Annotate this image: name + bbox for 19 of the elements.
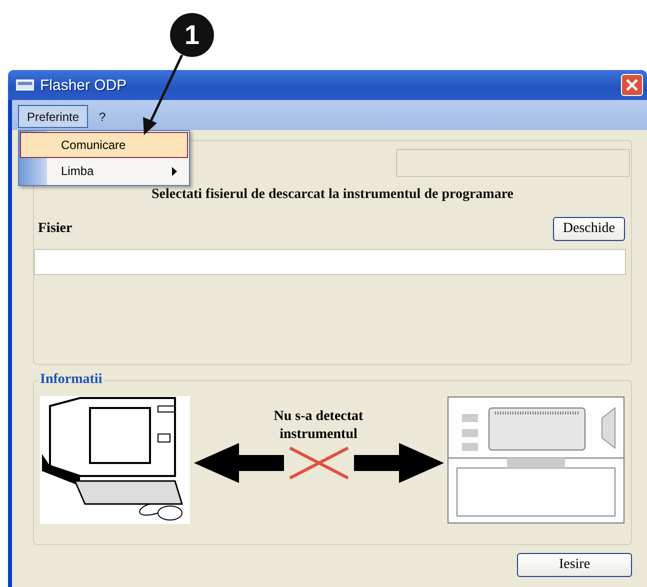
open-button[interactable]: Deschide: [552, 217, 625, 241]
left-arrow-icon: [194, 443, 284, 483]
file-label: Fisier: [38, 221, 72, 237]
window-title: Flasher ODP: [40, 76, 128, 94]
instruction-text: Selectati fisierul de descarcat la instrumentul de programare: [150, 187, 514, 203]
menu-item[interactable]: ?: [90, 105, 115, 128]
cross-icon: [288, 446, 350, 480]
right-arrow-icon: [354, 443, 444, 483]
close-button[interactable]: [621, 74, 643, 96]
close-icon: [625, 78, 639, 92]
menu-item[interactable]: Preferinte: [18, 105, 88, 128]
callout-badge: 1: [170, 13, 214, 57]
app-icon: [16, 79, 34, 91]
group-legend: Informatii: [38, 372, 104, 388]
menu-option[interactable]: Comunicare: [20, 132, 188, 158]
file-path-field[interactable]: [34, 249, 626, 275]
exit-button[interactable]: Iesire: [517, 553, 632, 577]
menu-option[interactable]: Limba: [20, 158, 188, 184]
status-text: Nu s-a detectat instrumentul: [272, 408, 364, 443]
